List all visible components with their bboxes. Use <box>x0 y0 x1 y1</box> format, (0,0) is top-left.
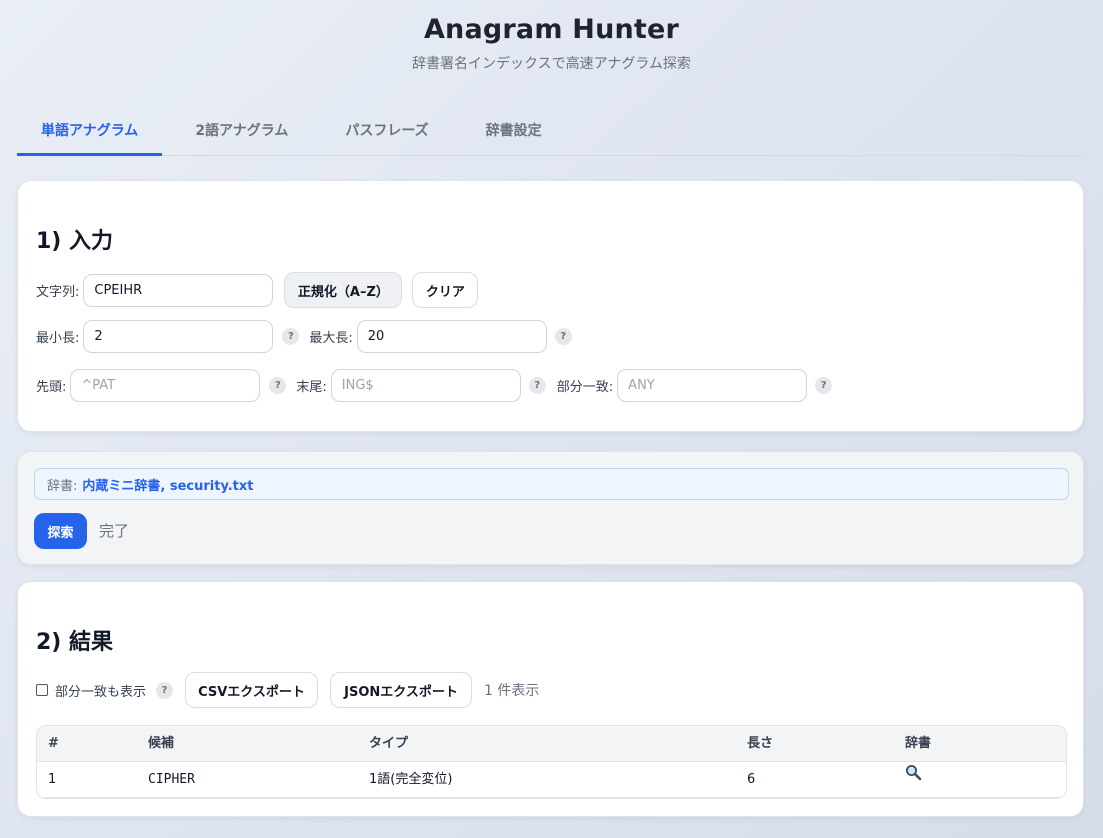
suffix-label: 末尾: <box>296 380 327 395</box>
csv-export-button[interactable]: CSVエクスポート <box>185 672 319 708</box>
suffix-input[interactable]: ING$ <box>330 369 521 402</box>
dictionary-label: 辞書: <box>47 478 78 494</box>
search-status: 完了 <box>99 522 130 540</box>
show-partial-label: 部分一致も表示 <box>55 684 147 700</box>
row-length: 6 <box>747 772 756 787</box>
results-table: # 候補 タイプ 長さ 辞書 1 CIPHER 1語(完全変位) 6 <box>36 725 1067 799</box>
json-export-button[interactable]: JSONエクスポート <box>330 672 473 708</box>
app-title: Anagram Hunter <box>423 14 680 45</box>
length-row: 最小長: 2 ? 最大長: 20 ? <box>36 320 572 353</box>
table-row: 1 CIPHER 1語(完全変位) 6 <box>37 762 1066 798</box>
input-card: 1) 入力 文字列: CPEIHR 正規化（A–Z） クリア 最小長: 2 ? … <box>17 180 1084 432</box>
tab-dictionary-settings[interactable]: 辞書設定 <box>462 108 566 156</box>
row-candidate: CIPHER <box>148 772 195 787</box>
result-count: 1 件表示 <box>484 683 540 699</box>
min-length-input[interactable]: 2 <box>83 320 274 353</box>
partial-match-label: 部分一致: <box>556 380 614 395</box>
row-index: 1 <box>48 772 57 787</box>
column-header-index[interactable]: # <box>48 726 59 762</box>
min-length-label: 最小長: <box>36 331 80 346</box>
row-dictionary <box>905 762 922 798</box>
column-header-dictionary[interactable]: 辞書 <box>905 726 931 762</box>
input-section-title: 1) 入力 <box>36 229 114 254</box>
prefix-input[interactable]: ^PAT <box>70 369 261 402</box>
search-button[interactable]: 探索 <box>34 513 87 549</box>
tab-two-word[interactable]: 2語アナグラム <box>171 108 312 156</box>
magnifier-icon[interactable] <box>905 760 922 796</box>
string-input[interactable]: CPEIHR <box>83 273 274 307</box>
prefix-help-icon[interactable]: ? <box>269 377 287 394</box>
tab-single-word[interactable]: 単語アナグラム <box>17 108 163 156</box>
max-length-label: 最大長: <box>309 331 353 346</box>
row-type: 1語(完全変位) <box>369 772 453 787</box>
column-header-type[interactable]: タイプ <box>369 726 408 762</box>
normalize-button[interactable]: 正規化（A–Z） <box>284 272 403 308</box>
pattern-row: 先頭: ^PAT ? 末尾: ING$ ? 部分一致: ANY ? <box>36 369 833 402</box>
string-row: 文字列: CPEIHR 正規化（A–Z） クリア <box>36 272 479 308</box>
results-toolbar: 部分一致も表示 ? CSVエクスポート JSONエクスポート 1 件表示 <box>36 672 539 708</box>
min-length-help-icon[interactable]: ? <box>282 328 300 345</box>
tab-bar: 単語アナグラム 2語アナグラム パスフレーズ 辞書設定 <box>17 108 1084 156</box>
results-section-title: 2) 結果 <box>36 630 114 655</box>
dictionary-names: 内蔵ミニ辞書, security.txt <box>82 478 254 494</box>
string-label: 文字列: <box>36 284 80 300</box>
app-subtitle: 辞書署名インデックスで高速アナグラム探索 <box>412 56 691 72</box>
max-length-help-icon[interactable]: ? <box>554 328 572 345</box>
tab-passphrase[interactable]: パスフレーズ <box>321 108 452 156</box>
partial-match-help-icon[interactable]: ? <box>815 377 833 394</box>
clear-button[interactable]: クリア <box>412 272 479 308</box>
partial-match-input[interactable]: ANY <box>617 369 808 402</box>
results-card: 2) 結果 部分一致も表示 ? CSVエクスポート JSONエクスポート 1 件… <box>17 581 1084 817</box>
prefix-label: 先頭: <box>36 380 67 395</box>
table-header: # 候補 タイプ 長さ 辞書 <box>37 726 1066 762</box>
show-partial-checkbox[interactable] <box>36 684 48 696</box>
suffix-help-icon[interactable]: ? <box>528 377 546 394</box>
column-header-candidate[interactable]: 候補 <box>148 726 174 762</box>
dictionary-bar: 辞書: 内蔵ミニ辞書, security.txt <box>34 468 1069 500</box>
app-header: Anagram Hunter 辞書署名インデックスで高速アナグラム探索 <box>0 0 1103 73</box>
max-length-input[interactable]: 20 <box>356 320 547 353</box>
search-card: 辞書: 内蔵ミニ辞書, security.txt 探索 完了 <box>17 451 1084 565</box>
show-partial-help-icon[interactable]: ? <box>156 681 174 699</box>
column-header-length[interactable]: 長さ <box>747 726 773 762</box>
